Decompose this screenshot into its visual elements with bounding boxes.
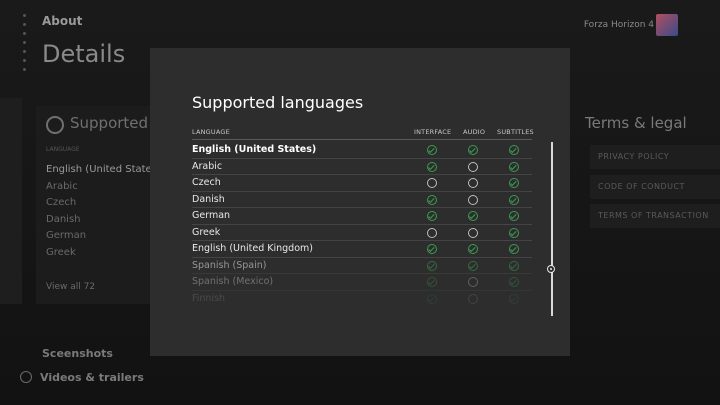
language-name: Spanish (Spain): [192, 259, 267, 271]
table-row[interactable]: English (United Kingdom): [192, 241, 532, 258]
dialog-title: Supported languages: [192, 93, 364, 112]
table-row[interactable]: English (United States): [192, 142, 532, 159]
list-item: Arabic: [46, 180, 78, 192]
circle-check-icon: [468, 260, 478, 271]
list-item: Greek: [46, 246, 76, 258]
column-header-language: LANGUAGE: [192, 128, 230, 136]
empty-circle-icon: [468, 277, 478, 287]
languages-card[interactable]: Supported la LANGUAGE English (United St…: [36, 106, 166, 304]
circle-check-icon: [427, 211, 437, 221]
language-name: Czech: [192, 177, 221, 188]
scrollbar-thumb[interactable]: [547, 265, 555, 274]
language-name: Finnish: [192, 292, 226, 304]
table-row[interactable]: Greek: [192, 225, 532, 241]
circle-check-icon: [468, 145, 478, 155]
empty-circle-icon: [427, 227, 437, 238]
table-row[interactable]: Arabic: [192, 159, 532, 175]
languages-card-list: English (United States) Arabic Czech Dan…: [46, 162, 161, 261]
table-row[interactable]: Finnish: [192, 291, 532, 308]
videos-heading[interactable]: Videos & trailers: [20, 371, 144, 384]
user-name: Forza Horizon 4: [583, 20, 654, 30]
language-name: Arabic: [192, 160, 223, 172]
table-row[interactable]: Spanish (Mexico): [192, 274, 532, 291]
circle-check-icon: [427, 277, 437, 287]
circle-check-icon: [427, 145, 437, 155]
left-panel: [0, 98, 22, 304]
language-name: German: [192, 210, 231, 221]
list-item: German: [46, 230, 87, 241]
language-name: Spanish (Mexico): [192, 276, 274, 287]
circle-check-icon: [509, 244, 519, 254]
column-header-interface: INTERFACE: [414, 128, 452, 136]
languages-card-subtitle: LANGUAGE: [46, 146, 80, 153]
circle-check-icon: [427, 244, 437, 254]
circle-check-icon: [468, 211, 478, 221]
list-item: Czech: [46, 197, 77, 208]
table-row[interactable]: German: [192, 208, 532, 225]
video-icon: [20, 371, 32, 383]
circle-check-icon: [509, 260, 519, 271]
page-title: Details: [42, 40, 126, 68]
supported-languages-dialog: Supported languages LANGUAGE INTERFACE A…: [150, 48, 570, 356]
list-item: Danish: [46, 213, 81, 225]
languages-table[interactable]: English (United States) Arabic Czech Danish…: [192, 142, 532, 307]
circle-check-icon: [509, 178, 519, 188]
circle-check-icon: [509, 145, 519, 155]
terms-of-transaction-link[interactable]: TERMS OF TRANSACTION: [590, 204, 720, 228]
screenshots-heading[interactable]: Sceenshots: [42, 347, 113, 360]
circle-check-icon: [509, 277, 519, 287]
language-name: English (United States): [192, 144, 317, 155]
circle-check-icon: [509, 227, 519, 238]
circle-check-icon: [427, 161, 437, 172]
empty-circle-icon: [468, 227, 478, 238]
circle-check-icon: [427, 260, 437, 271]
empty-circle-icon: [427, 178, 437, 188]
videos-label: Videos & trailers: [40, 371, 144, 384]
empty-circle-icon: [468, 194, 478, 205]
circle-check-icon: [509, 161, 519, 172]
terms-title: Terms & legal: [585, 114, 687, 132]
empty-circle-icon: [468, 178, 478, 188]
header-divider: [192, 139, 532, 140]
language-name: English (United Kingdom): [192, 243, 313, 254]
circle-check-icon: [468, 244, 478, 254]
nav-dots-icon: [23, 14, 27, 77]
table-row[interactable]: Czech: [192, 175, 532, 192]
code-of-conduct-link[interactable]: CODE OF CONDUCT: [590, 175, 720, 199]
column-header-audio: AUDIO: [463, 128, 486, 136]
section-label: About: [42, 14, 83, 28]
language-name: Danish: [192, 193, 225, 205]
table-row[interactable]: Danish: [192, 192, 532, 208]
privacy-policy-link[interactable]: PRIVACY POLICY: [590, 145, 720, 169]
empty-circle-icon: [468, 161, 478, 172]
list-item: English (United States): [46, 164, 161, 175]
avatar[interactable]: [656, 14, 678, 36]
table-row[interactable]: Spanish (Spain): [192, 258, 532, 274]
circle-check-icon: [509, 293, 519, 304]
circle-check-icon: [509, 211, 519, 221]
column-header-subtitles: SUBTITLES: [497, 128, 534, 136]
scrollbar-track[interactable]: [551, 142, 553, 316]
circle-check-icon: [509, 194, 519, 205]
circle-check-icon: [427, 293, 437, 304]
circle-check-icon: [427, 194, 437, 205]
empty-circle-icon: [468, 293, 478, 304]
view-all-link[interactable]: View all 72: [46, 282, 95, 292]
language-name: Greek: [192, 226, 221, 238]
